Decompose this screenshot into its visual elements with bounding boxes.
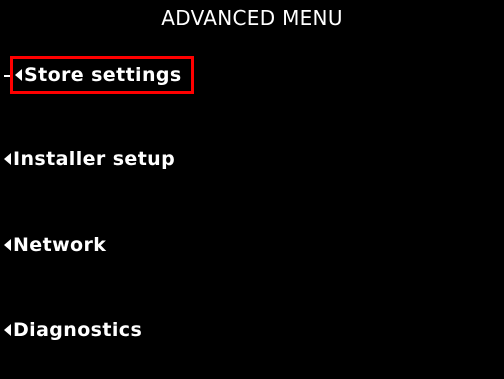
left-arrow-icon: [15, 69, 22, 81]
menu-item-label: Diagnostics: [13, 319, 143, 341]
left-arrow-icon: [4, 239, 11, 251]
menu-item-diagnostics[interactable]: Diagnostics: [0, 313, 142, 347]
menu-item-network[interactable]: Network: [0, 228, 106, 262]
left-arrow-icon: [4, 153, 11, 165]
menu-item-label: Installer setup: [13, 148, 176, 170]
left-arrow-icon: [4, 324, 11, 336]
menu-item-store-settings[interactable]: Store settings: [10, 56, 194, 94]
menu-item-label: Store settings: [24, 64, 182, 86]
menu-item-installer-setup[interactable]: Installer setup: [0, 142, 175, 176]
menu-list: Store settings Installer setup Network D…: [0, 0, 504, 379]
menu-item-label: Network: [13, 234, 107, 256]
device-screen: ADVANCED MENU Store settings Installer s…: [0, 0, 504, 379]
